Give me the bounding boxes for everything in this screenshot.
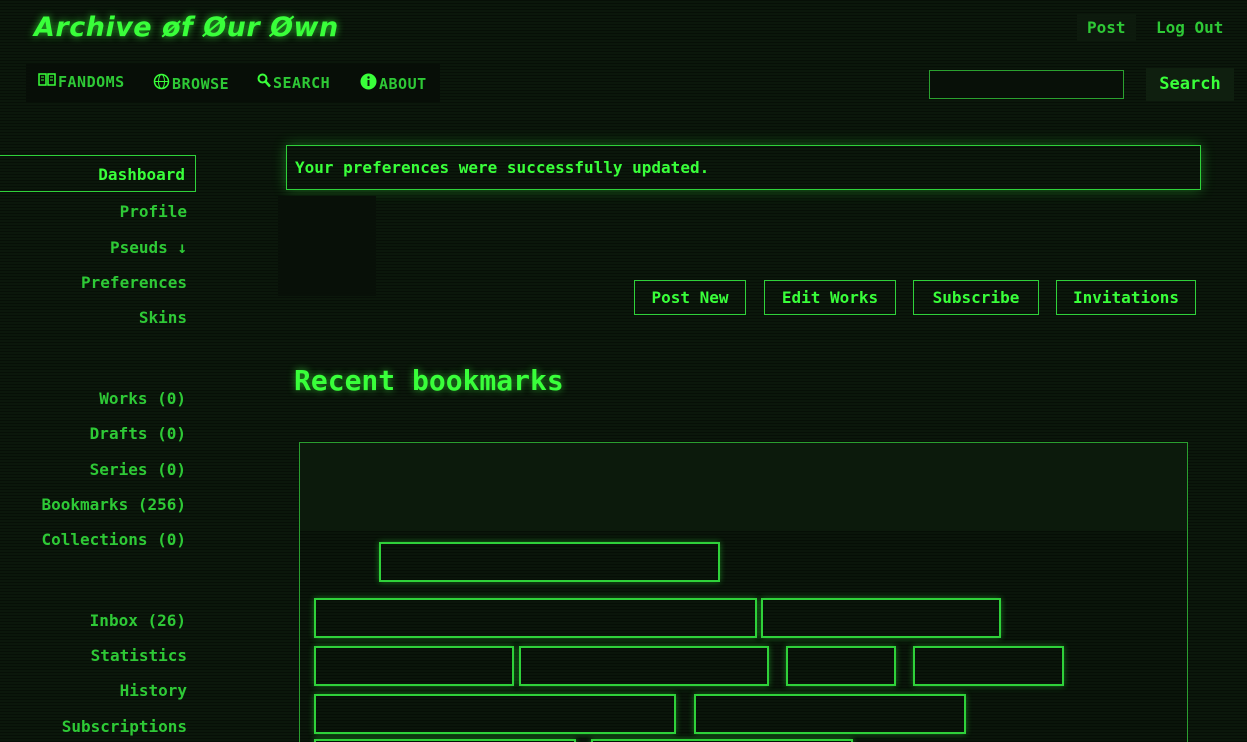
subscribe-button[interactable]: Subscribe bbox=[913, 280, 1039, 315]
edit-works-button[interactable]: Edit Works bbox=[764, 280, 896, 315]
sidebar-item-subscriptions[interactable]: Subscriptions bbox=[62, 717, 187, 736]
nav-search-label: SEARCH bbox=[273, 73, 331, 92]
tag-placeholder[interactable] bbox=[913, 646, 1064, 686]
tag-placeholder[interactable] bbox=[786, 646, 896, 686]
recent-bookmarks-heading: Recent bookmarks bbox=[294, 364, 564, 397]
sidebar-item-pseuds[interactable]: Pseuds ↓ bbox=[110, 238, 187, 257]
avatar bbox=[278, 196, 376, 296]
site-logo[interactable]: Archive øf Øur Øwn bbox=[34, 12, 339, 43]
bookmark-title-placeholder[interactable] bbox=[379, 542, 720, 582]
bookmark-header bbox=[300, 443, 1187, 531]
sidebar-item-skins[interactable]: Skins bbox=[139, 308, 187, 327]
sidebar-item-statistics[interactable]: Statistics bbox=[91, 646, 187, 665]
post-link[interactable]: Post bbox=[1077, 14, 1136, 41]
search-input[interactable] bbox=[929, 70, 1124, 99]
logout-link[interactable]: Log Out bbox=[1156, 18, 1223, 37]
nav-fandoms-label: FANDOMS bbox=[58, 73, 125, 91]
tag-placeholder[interactable] bbox=[314, 598, 757, 638]
sidebar-item-collections[interactable]: Collections (0) bbox=[42, 530, 187, 549]
nav-about[interactable]: ABOUT bbox=[360, 73, 427, 94]
sidebar-item-preferences[interactable]: Preferences bbox=[81, 273, 187, 292]
nav-browse[interactable]: BROWSE bbox=[153, 73, 229, 94]
sidebar-item-drafts[interactable]: Drafts (0) bbox=[90, 424, 186, 443]
magnifier-icon bbox=[257, 73, 271, 92]
nav-fandoms[interactable]: FANDOMS bbox=[38, 73, 125, 91]
sidebar-item-series[interactable]: Series (0) bbox=[90, 460, 186, 479]
sidebar-item-profile[interactable]: Profile bbox=[120, 202, 187, 221]
post-new-button[interactable]: Post New bbox=[634, 280, 746, 315]
sidebar-item-inbox[interactable]: Inbox (26) bbox=[90, 611, 186, 630]
info-icon bbox=[360, 73, 377, 94]
book-icon bbox=[38, 73, 56, 91]
nav-about-label: ABOUT bbox=[379, 74, 427, 93]
sidebar-item-works[interactable]: Works (0) bbox=[99, 389, 186, 408]
sidebar-item-history[interactable]: History bbox=[120, 681, 187, 700]
sidebar-item-bookmarks[interactable]: Bookmarks (256) bbox=[42, 495, 187, 514]
tag-placeholder[interactable] bbox=[314, 694, 676, 734]
tag-placeholder[interactable] bbox=[519, 646, 769, 686]
nav-browse-label: BROWSE bbox=[172, 74, 230, 93]
search-button[interactable]: Search bbox=[1146, 68, 1234, 101]
tag-placeholder[interactable] bbox=[314, 646, 514, 686]
nav-search[interactable]: SEARCH bbox=[257, 73, 330, 92]
tag-placeholder[interactable] bbox=[694, 694, 966, 734]
globe-icon bbox=[153, 73, 170, 94]
invitations-button[interactable]: Invitations bbox=[1056, 280, 1196, 315]
sidebar-item-dashboard[interactable]: Dashboard bbox=[0, 155, 196, 192]
flash-notice: Your preferences were successfully updat… bbox=[286, 145, 1201, 190]
tag-placeholder[interactable] bbox=[761, 598, 1001, 638]
